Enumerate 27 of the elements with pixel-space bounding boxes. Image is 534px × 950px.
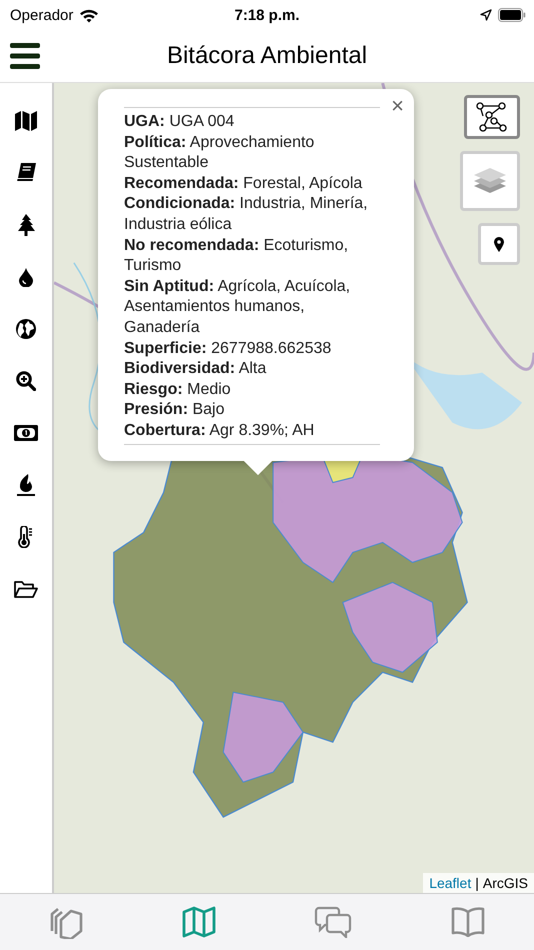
attribute-text: Recomendada: Forestal, Apícola bbox=[124, 174, 364, 194]
polygon-nodes-icon bbox=[475, 102, 509, 132]
attribute-text: UGA: UGA 004 bbox=[124, 112, 236, 132]
attribution-text: ArcGIS bbox=[482, 875, 528, 891]
attribute-text: Presión: Bajo bbox=[124, 400, 226, 420]
attribute-text: Política: Aprovechamiento Sustentable bbox=[124, 132, 316, 174]
attribute-text: Sin Aptitud: Agrícola, Acuícola, Asentamientos humanos, Ganadería bbox=[124, 276, 352, 338]
attribute-text: Riesgo: Medio bbox=[124, 380, 232, 400]
layers-button[interactable] bbox=[460, 151, 520, 211]
carrier-name: Operador bbox=[10, 6, 74, 24]
location-pin-button[interactable] bbox=[478, 223, 520, 265]
menu-button[interactable] bbox=[10, 43, 40, 69]
separator-text: | bbox=[475, 875, 479, 891]
location-pin-icon bbox=[494, 236, 504, 252]
attribute-text: Biodiversidad: Alta bbox=[124, 359, 268, 380]
status-time: 7:18 p.m. bbox=[234, 6, 300, 24]
attribute-text: No recomendada: Ecoturismo, Turismo bbox=[124, 236, 350, 276]
draw-polygon-button[interactable] bbox=[464, 95, 520, 139]
leaflet-link[interactable]: Leaflet bbox=[429, 875, 472, 891]
close-button[interactable]: × bbox=[389, 93, 406, 119]
app-title: Bitácora Ambiental bbox=[166, 42, 368, 70]
attribute-text: Cobertura: Agr 8.39%; AH bbox=[124, 420, 316, 441]
battery-icon bbox=[498, 8, 526, 22]
location-arrow-icon bbox=[480, 9, 492, 21]
wifi-icon bbox=[79, 8, 100, 22]
attribute-text: Superficie: 2677988.662538 bbox=[124, 338, 332, 359]
attribute-text: Condicionada: Industria, Minería, Industria eólica bbox=[124, 194, 369, 235]
